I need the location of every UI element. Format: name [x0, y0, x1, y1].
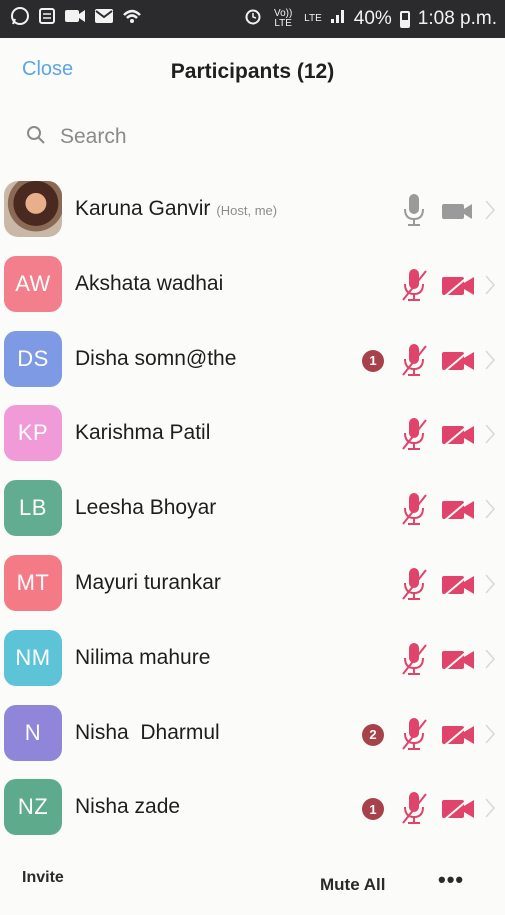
- host-tag: (Host, me): [216, 203, 278, 218]
- avatar: KP: [4, 405, 62, 462]
- whatsapp-icon: [10, 6, 30, 32]
- chevron-right-icon: [484, 573, 496, 595]
- clock: 1:08 p.m.: [417, 8, 497, 29]
- lte-label: LTE: [304, 13, 322, 24]
- video-off-icon: [440, 498, 476, 522]
- video-off-icon: [440, 348, 476, 373]
- chevron-right-icon: [484, 274, 496, 296]
- video-icon: [440, 199, 476, 223]
- battery-percent: 40%: [353, 8, 392, 29]
- mic-muted-icon: [400, 266, 428, 304]
- battery-icon: [399, 10, 410, 28]
- participant-name: Disha somn@the: [75, 347, 236, 371]
- mic-muted-icon: [400, 640, 428, 678]
- more-options-button[interactable]: •••: [438, 867, 464, 893]
- search-bar[interactable]: [26, 118, 476, 156]
- alarm-icon: [244, 7, 262, 31]
- wifi-sync-icon: [122, 7, 142, 31]
- participant-name-text: Leesha Bhoyar: [75, 496, 217, 520]
- participant-row[interactable]: DS Disha somn@the 1: [0, 325, 505, 397]
- video-off-icon: [440, 648, 476, 672]
- participant-name-text: Nisha zade: [75, 795, 181, 819]
- mute-all-button[interactable]: Mute All: [320, 875, 385, 895]
- avatar: AW: [4, 255, 62, 312]
- message-icon: [38, 7, 56, 31]
- participant-name-text: Disha somn@the: [75, 346, 237, 370]
- volte-label: Vo)) LTE: [273, 8, 293, 29]
- participant-row[interactable]: AW Akshata wadhai: [0, 250, 505, 322]
- participant-row[interactable]: NM Nilima mahure: [0, 624, 505, 696]
- participant-name: Nisha zade: [75, 795, 180, 819]
- chevron-right-icon: [484, 797, 496, 819]
- participant-name-text: Karishma Patil: [75, 421, 211, 445]
- mic-muted-icon: [400, 341, 428, 379]
- participant-row[interactable]: N Nisha Dharmul 2: [0, 699, 505, 771]
- chevron-right-icon: [484, 498, 496, 520]
- avatar: NM: [4, 629, 62, 686]
- mic-muted-icon: [400, 490, 428, 528]
- participant-name-text: Nilima mahure: [75, 645, 211, 669]
- status-bar: Vo)) LTE LTE 40% 1:08 p.m.: [0, 0, 505, 38]
- avatar: LB: [4, 480, 62, 537]
- video-off-icon: [440, 797, 476, 822]
- participant-row[interactable]: NZ Nisha zade 1: [0, 773, 505, 845]
- mic-muted-icon: [400, 789, 428, 827]
- participant-row[interactable]: KP Karishma Patil: [0, 399, 505, 471]
- participant-name: Nilima mahure: [75, 646, 210, 670]
- participant-row[interactable]: LB Leesha Bhoyar: [0, 474, 505, 546]
- avatar: [4, 181, 62, 237]
- invite-button[interactable]: Invite: [22, 869, 64, 887]
- participant-name: Leesha Bhoyar: [75, 496, 216, 520]
- avatar: DS: [4, 330, 62, 387]
- video-off-icon: [440, 274, 476, 298]
- video-icon: [64, 8, 86, 30]
- mic-muted-icon: [400, 415, 428, 453]
- page-title: Participants (12): [170, 60, 335, 83]
- email-icon: [94, 7, 114, 31]
- participant-name-text: Mayuri turankar: [75, 571, 221, 594]
- header: Close Participants (12): [0, 38, 505, 108]
- chat-count-badge: 1: [362, 349, 384, 372]
- participant-name-text: Akshata wadhai: [75, 271, 224, 295]
- chevron-right-icon: [484, 349, 496, 371]
- video-off-icon: [440, 573, 476, 597]
- mic-icon: [400, 191, 428, 229]
- video-off-icon: [440, 423, 476, 448]
- participant-name-text: Nisha Dharmul: [75, 720, 220, 744]
- participant-row[interactable]: Karuna Ganvir (Host, me): [0, 175, 505, 247]
- chevron-right-icon: [484, 648, 496, 670]
- chat-count-badge: 2: [362, 723, 384, 746]
- footer-toolbar: Invite Mute All •••: [0, 855, 505, 915]
- avatar: N: [4, 704, 62, 761]
- chat-count-badge: 1: [362, 798, 384, 821]
- signal-icon: [330, 8, 346, 30]
- chevron-right-icon: [484, 723, 496, 745]
- mic-muted-icon: [400, 715, 428, 753]
- participant-name-text: Karuna Ganvir: [75, 197, 211, 220]
- avatar: MT: [4, 555, 62, 611]
- participant-name: Karuna Ganvir (Host, me): [75, 197, 277, 221]
- system-indicators: Vo)) LTE LTE 40% 1:08 p.m.: [244, 7, 497, 31]
- notification-icons: [10, 6, 142, 32]
- participant-name: Akshata wadhai: [75, 272, 223, 296]
- search-input[interactable]: [58, 124, 442, 150]
- search-icon: [26, 125, 46, 150]
- participant-name: Nisha Dharmul: [75, 721, 220, 745]
- participant-name: Mayuri turankar: [75, 571, 221, 595]
- mic-muted-icon: [400, 565, 428, 603]
- participant-name: Karishma Patil: [75, 421, 210, 445]
- avatar: NZ: [4, 779, 62, 836]
- chevron-right-icon: [484, 423, 496, 445]
- participant-row[interactable]: MT Mayuri turankar: [0, 549, 505, 621]
- video-off-icon: [440, 722, 476, 747]
- chevron-right-icon: [484, 199, 496, 221]
